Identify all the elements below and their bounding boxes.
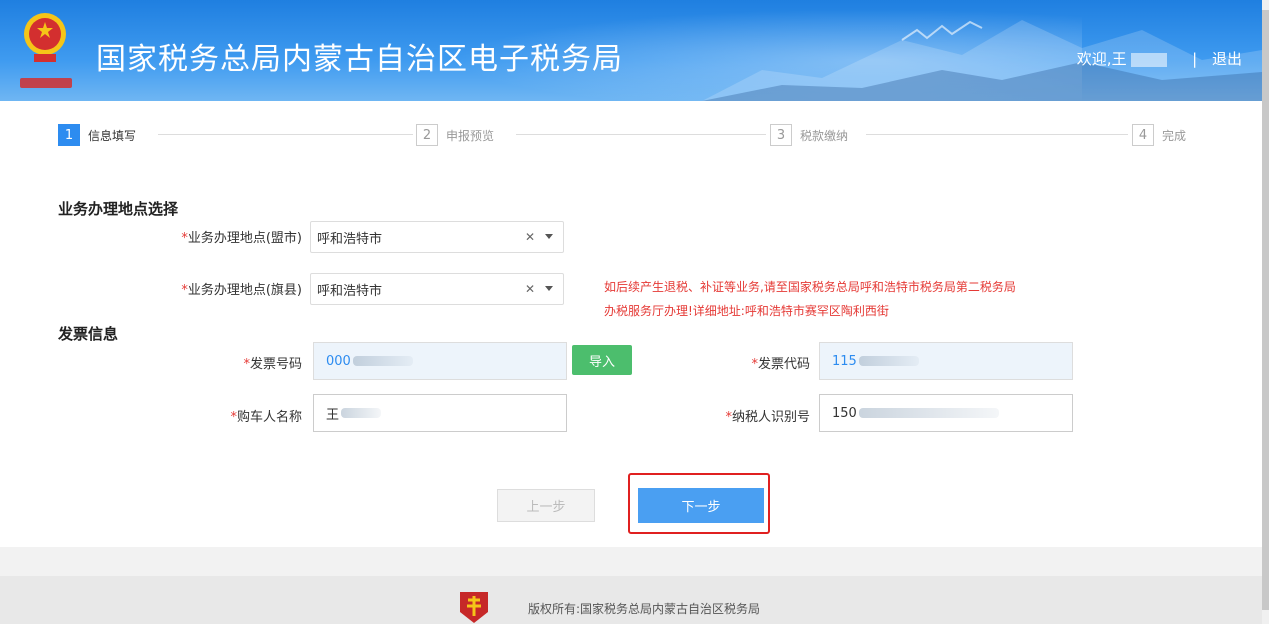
site-title: 国家税务总局内蒙古自治区电子税务局 (96, 42, 623, 77)
main-panel: 1 信息填写 2 申报预览 3 税款缴纳 4 完成 业务办理地点选择 *业务办理… (0, 101, 1262, 547)
step-number: 4 (1132, 124, 1154, 146)
step-connector (158, 134, 413, 135)
next-step-button[interactable]: 下一步 (638, 488, 764, 523)
redacted-mask (858, 408, 999, 418)
redacted-mask (858, 356, 919, 366)
clear-icon[interactable]: ✕ (525, 282, 535, 296)
footer: 版权所有:国家税务总局内蒙古自治区税务局 (0, 576, 1262, 624)
prev-step-button[interactable]: 上一步 (497, 489, 595, 522)
tax-logo-text (20, 78, 72, 88)
city-select[interactable]: 呼和浩特市 ✕ (310, 221, 564, 253)
step-number: 1 (58, 124, 80, 146)
national-emblem-icon (24, 13, 66, 62)
logout-link[interactable]: 退出 (1212, 50, 1242, 68)
tax-badge-icon (460, 592, 488, 623)
step-connector (866, 134, 1128, 135)
location-section-title: 业务办理地点选择 (58, 200, 179, 218)
notice-line: 如后续产生退税、补证等业务,请至国家税务总局呼和浩特市税务局第二税务局 (604, 280, 1016, 294)
notice-line: 办税服务厅办理!详细地址:呼和浩特市赛罕区陶利西街 (604, 304, 889, 318)
buyer-name-field[interactable]: 王 (313, 394, 567, 432)
copyright-text: 版权所有:国家税务总局内蒙古自治区税务局 (528, 602, 761, 616)
redacted-mask (352, 356, 413, 366)
welcome-text: 欢迎,王 (1076, 50, 1127, 68)
separator: | (1192, 50, 1198, 68)
invoice-code-field[interactable]: 115 (819, 342, 1073, 380)
city-label: *业务办理地点(盟市) (181, 231, 302, 246)
page-scrollbar[interactable] (1262, 0, 1269, 624)
user-area: 欢迎,王 | 退出 (1077, 48, 1242, 69)
taxpayer-id-label: *纳税人识别号 (725, 410, 810, 425)
header-banner: 国家税务总局内蒙古自治区电子税务局 欢迎,王 | 退出 (0, 0, 1262, 101)
chevron-down-icon[interactable] (545, 286, 553, 291)
buyer-name-label: *购车人名称 (230, 410, 302, 425)
invoice-number-field[interactable]: 000 (313, 342, 567, 380)
city-select-value: 呼和浩特市 (317, 231, 383, 247)
county-select-value: 呼和浩特市 (317, 283, 383, 299)
step-number: 2 (416, 124, 438, 146)
chevron-down-icon[interactable] (545, 234, 553, 239)
step-2: 2 申报预览 (416, 121, 494, 149)
step-label: 税款缴纳 (800, 128, 849, 143)
step-label: 申报预览 (446, 128, 495, 143)
step-3: 3 税款缴纳 (770, 121, 848, 149)
step-label: 信息填写 (88, 128, 137, 143)
step-label: 完成 (1162, 128, 1187, 143)
taxpayer-id-field[interactable]: 150 (819, 394, 1073, 432)
redacted-mask (341, 408, 382, 418)
step-connector (516, 134, 766, 135)
username-redacted (1131, 52, 1168, 67)
step-number: 3 (770, 124, 792, 146)
office-notice: 如后续产生退税、补证等业务,请至国家税务总局呼和浩特市税务局第二税务局 办税服务… (604, 275, 1124, 323)
step-1: 1 信息填写 (58, 121, 136, 149)
clear-icon[interactable]: ✕ (525, 230, 535, 244)
county-label: *业务办理地点(旗县) (181, 283, 302, 298)
invoice-number-label: *发票号码 (243, 357, 302, 372)
invoice-code-label: *发票代码 (751, 357, 810, 372)
step-4: 4 完成 (1132, 121, 1186, 149)
scrollbar-thumb[interactable] (1262, 10, 1269, 610)
progress-steps: 1 信息填写 2 申报预览 3 税款缴纳 4 完成 (58, 121, 1203, 149)
import-button[interactable]: 导入 (572, 345, 632, 375)
invoice-section-title: 发票信息 (58, 325, 119, 343)
county-select[interactable]: 呼和浩特市 ✕ (310, 273, 564, 305)
